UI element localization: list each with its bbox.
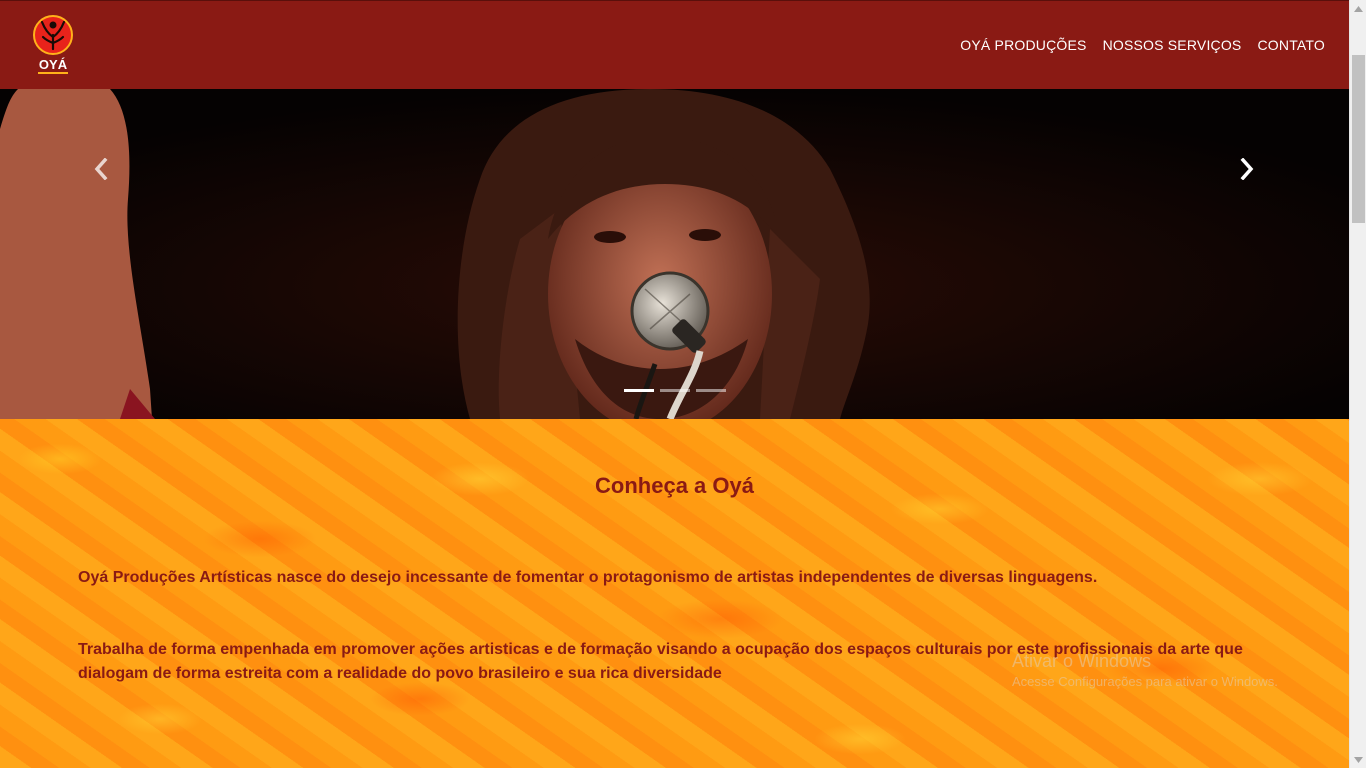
vertical-scrollbar[interactable] — [1349, 0, 1366, 768]
scroll-down-arrow-icon[interactable] — [1350, 751, 1366, 768]
carousel-indicator-2[interactable] — [660, 389, 690, 392]
carousel-indicator-3[interactable] — [696, 389, 726, 392]
scroll-up-arrow-icon[interactable] — [1350, 0, 1366, 17]
carousel-prev-button[interactable] — [81, 151, 121, 191]
carousel-next-button[interactable] — [1227, 151, 1267, 191]
oya-logo-icon[interactable]: OYÁ — [30, 13, 76, 77]
nav-link-oya-producoes[interactable]: OYÁ PRODUÇÕES — [960, 37, 1086, 53]
about-paragraph-1: Oyá Produções Artísticas nasce do desejo… — [78, 569, 1098, 586]
carousel-indicators — [624, 389, 726, 392]
about-title: Conheça a Oyá — [595, 473, 754, 498]
carousel-indicator-1[interactable] — [624, 389, 654, 392]
watermark-subtitle: Acesse Configurações para ativar o Windo… — [1012, 674, 1278, 689]
slide-photo — [0, 89, 1349, 419]
hero-carousel — [0, 89, 1349, 419]
svg-text:OYÁ: OYÁ — [39, 57, 68, 72]
windows-activation-watermark: Ativar o Windows Acesse Configurações pa… — [1012, 651, 1278, 689]
navbar: OYÁ OYÁ PRODUÇÕES NOSSOS SERVIÇOS CONTAT… — [0, 0, 1349, 89]
chevron-left-icon — [94, 157, 108, 185]
main-nav: OYÁ PRODUÇÕES NOSSOS SERVIÇOS CONTATO — [960, 37, 1325, 53]
chevron-right-icon — [1240, 157, 1254, 185]
scrollbar-thumb[interactable] — [1352, 55, 1365, 223]
nav-link-contato[interactable]: CONTATO — [1257, 37, 1325, 53]
nav-link-nossos-servicos[interactable]: NOSSOS SERVIÇOS — [1103, 37, 1242, 53]
watermark-title: Ativar o Windows — [1012, 651, 1152, 671]
about-section: Conheça a Oyá Oyá Produções Artísticas n… — [0, 419, 1349, 768]
